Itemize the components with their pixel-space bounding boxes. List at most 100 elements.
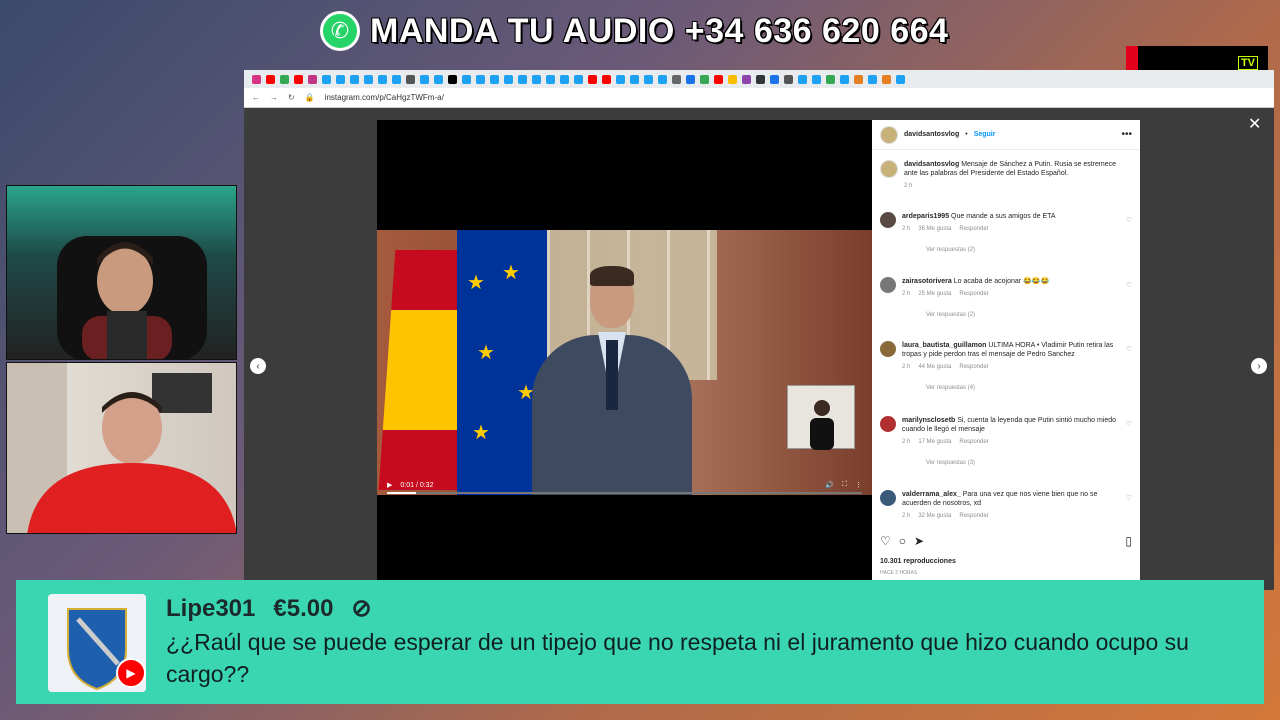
next-post-button[interactable]: › [1251,358,1267,374]
tab-bar[interactable] [244,70,1274,88]
comment-username[interactable]: laura_bautista_guillamon [902,342,986,349]
avatar[interactable] [880,277,896,293]
comment-username[interactable]: valderrama_alex_ [902,491,961,498]
tab-favicon-icon[interactable] [882,74,891,84]
tab-favicon-icon[interactable] [742,74,751,84]
fullscreen-icon[interactable]: ⛶ [842,481,847,489]
avatar[interactable] [880,341,896,357]
like-icon[interactable]: ♡ [1126,494,1132,502]
tab-favicon-icon[interactable] [350,74,359,84]
tab-favicon-icon[interactable] [630,74,639,84]
tab-favicon-icon[interactable] [700,74,709,84]
comment-username[interactable]: zairasotorivera [902,278,952,285]
comment-likes[interactable]: 36 Me gusta [918,225,951,234]
heart-icon[interactable]: ♡ [880,534,891,548]
tab-favicon-icon[interactable] [784,74,793,84]
close-icon[interactable]: ✕ [1248,114,1261,134]
tab-favicon-icon[interactable] [826,74,835,84]
tab-favicon-icon[interactable] [756,74,765,84]
bookmark-icon[interactable]: ▯ [1125,534,1132,548]
reply-button[interactable]: Responder [959,438,988,447]
tab-favicon-icon[interactable] [406,74,415,84]
tab-favicon-icon[interactable] [392,74,401,84]
reply-button[interactable]: Responder [959,225,988,234]
tab-favicon-icon[interactable] [868,74,877,84]
tab-favicon-icon[interactable] [770,74,779,84]
like-icon[interactable]: ♡ [1126,281,1132,289]
tab-favicon-icon[interactable] [574,74,583,84]
tab-favicon-icon[interactable] [546,74,555,84]
tab-favicon-icon[interactable] [560,74,569,84]
tab-favicon-icon[interactable] [364,74,373,84]
comment-likes[interactable]: 17 Me gusta [918,438,951,447]
tab-favicon-icon[interactable] [504,74,513,84]
comment-likes[interactable]: 25 Me gusta [918,290,951,299]
tab-favicon-icon[interactable] [854,74,863,84]
tab-favicon-icon[interactable] [252,74,261,84]
tab-favicon-icon[interactable] [840,74,849,84]
tab-favicon-icon[interactable] [588,74,597,84]
volume-icon[interactable]: 🔊 [825,481,834,489]
view-replies-link[interactable]: Ver respuestas (2) [926,246,1118,255]
video-progress-bar[interactable] [387,492,862,494]
url-text[interactable]: instagram.com/p/CaHgzTWFm-a/ [325,93,444,102]
view-replies-link[interactable]: Ver respuestas (3) [926,459,1118,468]
tab-favicon-icon[interactable] [420,74,429,84]
comment-username[interactable]: ardeparis1995 [902,213,949,220]
tab-favicon-icon[interactable] [532,74,541,84]
more-options-icon[interactable]: ••• [1121,129,1132,140]
forward-icon[interactable]: → [270,93,278,102]
view-replies-link[interactable]: Ver respuestas (4) [926,384,1118,393]
reply-button[interactable]: Responder [959,290,988,299]
tab-favicon-icon[interactable] [602,74,611,84]
video-player[interactable]: ★ ★ ★ ★ ★ ▶ 0:01 / 0:32 🔊 ⛶ ⋮ [377,120,872,580]
tab-favicon-icon[interactable] [266,74,275,84]
follow-button[interactable]: Seguir [974,131,996,138]
share-icon[interactable]: ➤ [914,534,924,548]
tab-favicon-icon[interactable] [812,74,821,84]
tab-favicon-icon[interactable] [280,74,289,84]
avatar[interactable] [880,125,898,144]
tab-favicon-icon[interactable] [462,74,471,84]
tab-favicon-icon[interactable] [616,74,625,84]
avatar[interactable] [880,160,898,178]
tab-favicon-icon[interactable] [476,74,485,84]
tab-favicon-icon[interactable] [448,74,457,84]
view-replies-link[interactable]: Ver respuestas (2) [926,311,1118,320]
address-bar[interactable]: ← → ↻ 🔒 instagram.com/p/CaHgzTWFm-a/ [244,88,1274,108]
reply-button[interactable]: Responder [959,363,988,372]
avatar[interactable] [880,212,896,228]
like-icon[interactable]: ♡ [1126,216,1132,224]
comment-icon[interactable]: ○ [899,534,906,548]
tab-favicon-icon[interactable] [896,74,905,84]
comment-likes[interactable]: 44 Me gusta [918,363,951,372]
tab-favicon-icon[interactable] [518,74,527,84]
play-icon[interactable]: ▶ [387,481,392,489]
tab-favicon-icon[interactable] [798,74,807,84]
avatar[interactable] [880,416,896,432]
tab-favicon-icon[interactable] [714,74,723,84]
tab-favicon-icon[interactable] [294,74,303,84]
reply-button[interactable]: Responder [959,512,988,521]
tab-favicon-icon[interactable] [378,74,387,84]
tab-favicon-icon[interactable] [658,74,667,84]
tab-favicon-icon[interactable] [672,74,681,84]
comment-username[interactable]: marilynsclosetb [902,417,955,424]
previous-post-button[interactable]: ‹ [250,358,266,374]
back-icon[interactable]: ← [252,93,260,102]
tab-favicon-icon[interactable] [728,74,737,84]
tab-favicon-icon[interactable] [686,74,695,84]
reload-icon[interactable]: ↻ [288,93,295,102]
avatar[interactable] [880,490,896,506]
comment-likes[interactable]: 32 Me gusta [918,512,951,521]
caption-username[interactable]: davidsantosvlog [904,161,959,168]
more-options-icon[interactable]: ⋮ [855,481,862,489]
tab-favicon-icon[interactable] [336,74,345,84]
like-icon[interactable]: ♡ [1126,345,1132,353]
tab-favicon-icon[interactable] [308,74,317,84]
author-username[interactable]: davidsantosvlog [904,131,959,138]
tab-favicon-icon[interactable] [490,74,499,84]
like-icon[interactable]: ♡ [1126,420,1132,428]
tab-favicon-icon[interactable] [434,74,443,84]
tab-favicon-icon[interactable] [322,74,331,84]
